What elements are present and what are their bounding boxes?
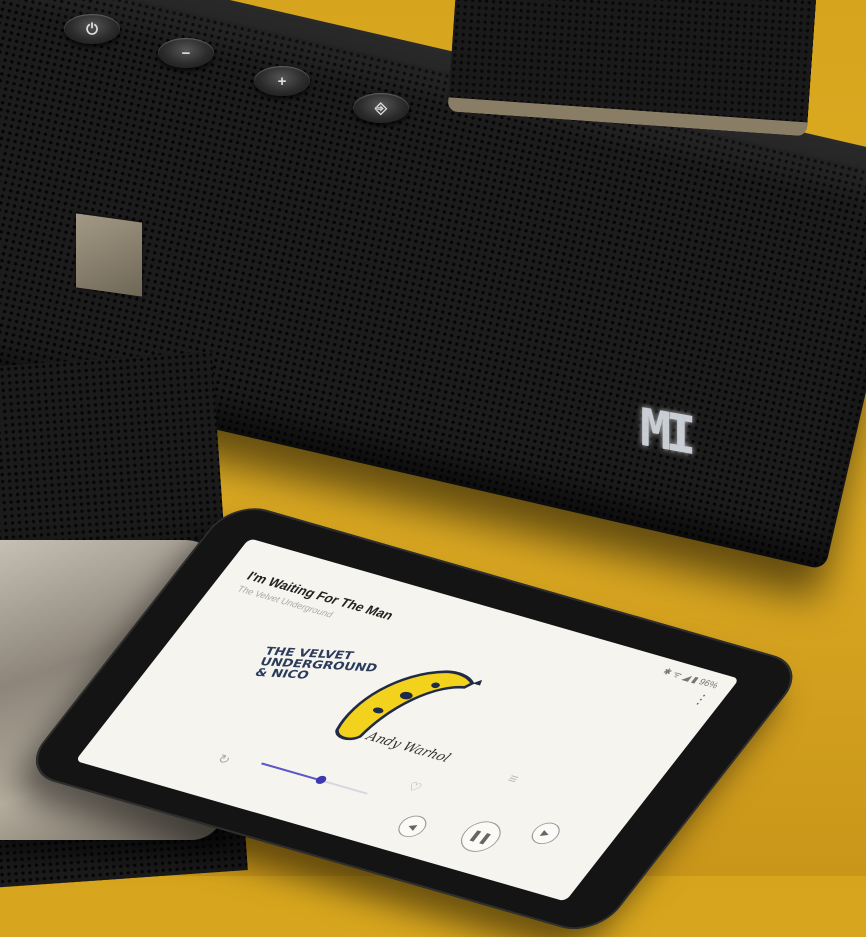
- soundbar-indicator-light: [76, 213, 142, 297]
- progress-knob[interactable]: [313, 774, 328, 785]
- power-icon: ⏻: [86, 20, 98, 38]
- plus-icon: +: [277, 72, 287, 90]
- power-button[interactable]: ⏻: [64, 14, 120, 44]
- input-icon: ⎆: [374, 99, 387, 117]
- heart-icon[interactable]: ♡: [403, 779, 425, 796]
- minus-icon: −: [181, 44, 191, 62]
- volume-up-button[interactable]: +: [254, 66, 310, 96]
- previous-button[interactable]: ◀: [392, 812, 432, 840]
- repeat-icon[interactable]: ↻: [213, 751, 234, 768]
- next-button[interactable]: ▶: [526, 819, 566, 847]
- progress-fill: [260, 762, 321, 781]
- more-icon[interactable]: ⋮: [689, 690, 713, 708]
- pause-button[interactable]: ❚❚: [453, 817, 509, 856]
- previous-icon: ◀: [406, 820, 420, 832]
- volume-down-button[interactable]: −: [158, 38, 214, 68]
- input-button[interactable]: ⎆: [353, 93, 409, 123]
- soundbar-logo-led: MI: [640, 397, 691, 467]
- playlist-icon[interactable]: ≡: [504, 770, 522, 786]
- pause-icon: ❚❚: [466, 827, 496, 846]
- next-icon: ▶: [539, 827, 553, 839]
- photo-scene: ⏻ − + ⎆ MI ✱ ᯤ ◢ ▮ 96% ⋮ I'm Waiting For…: [0, 0, 866, 937]
- progress-slider[interactable]: [260, 762, 368, 795]
